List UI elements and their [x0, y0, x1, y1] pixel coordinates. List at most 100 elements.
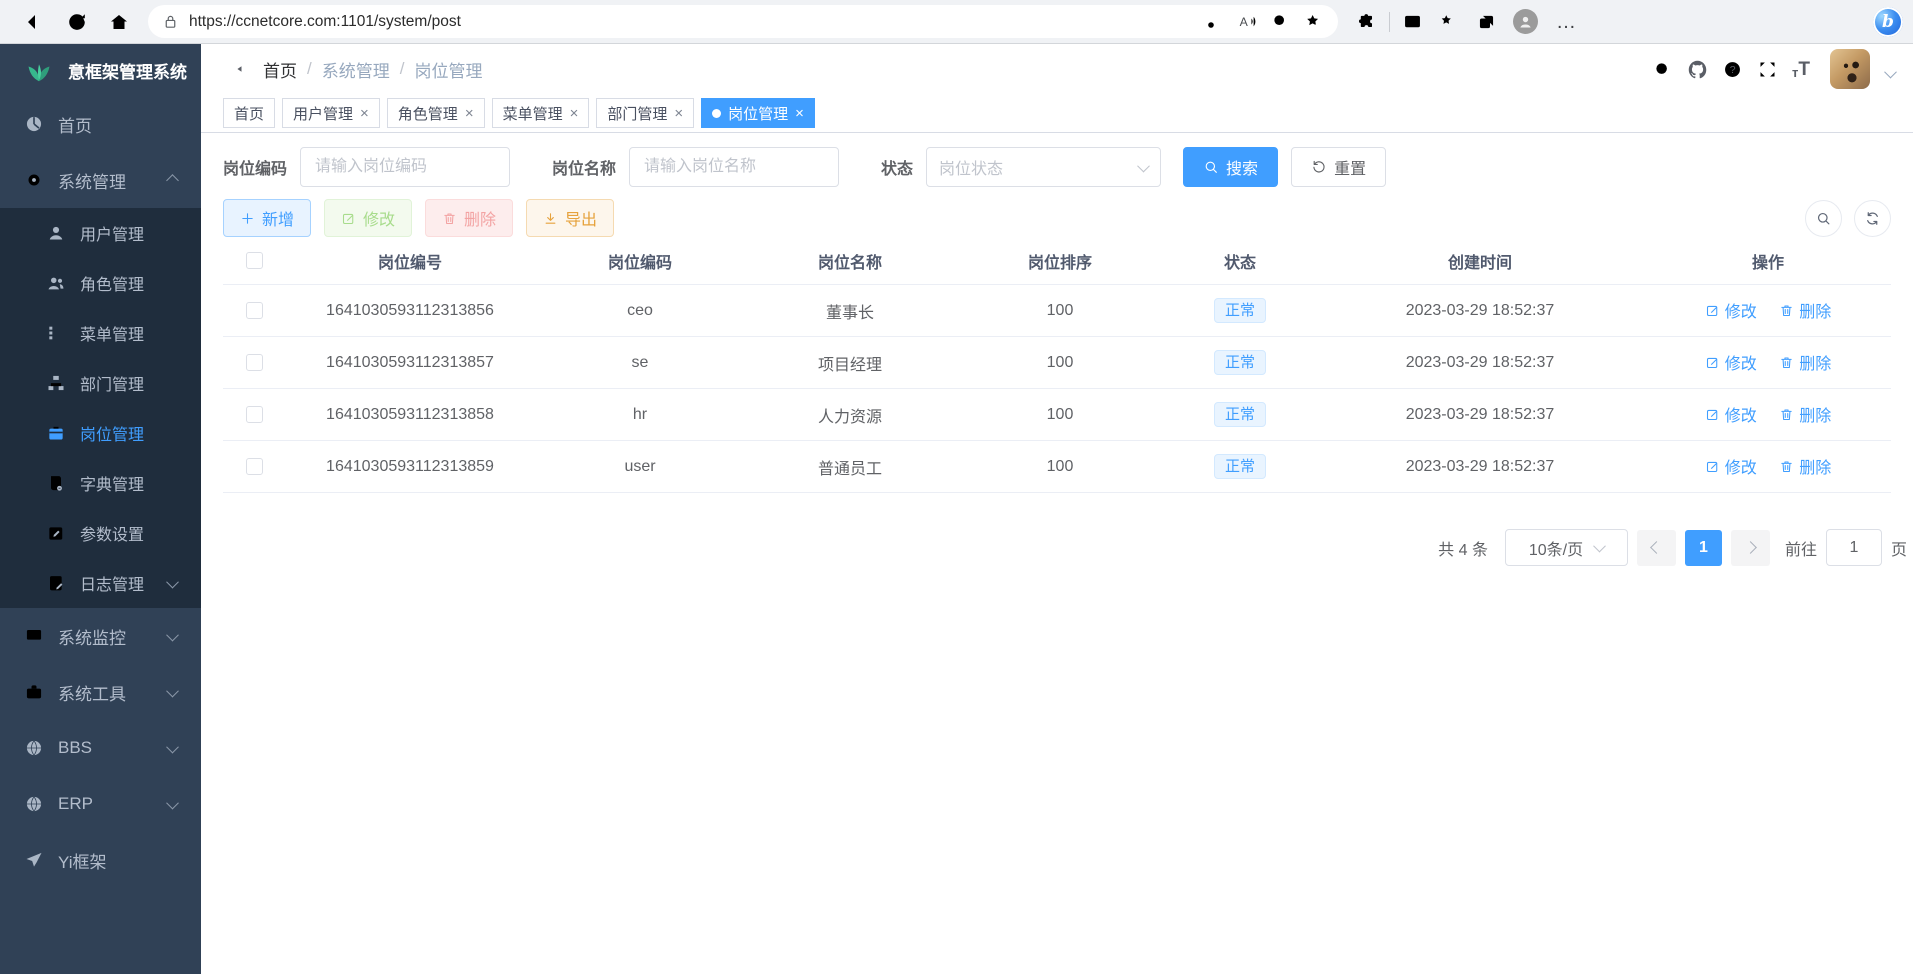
toggle-search-button[interactable] — [1805, 200, 1842, 237]
browser-menu-icon[interactable]: … — [1556, 17, 1577, 27]
browser-refresh-icon[interactable] — [65, 10, 89, 34]
chevron-down-icon — [166, 575, 179, 588]
row-delete-link[interactable]: 删除 — [1779, 402, 1831, 426]
sidebar-item-posts[interactable]: 岗位管理 — [0, 408, 201, 458]
svg-text:?: ? — [1730, 64, 1736, 76]
user-avatar[interactable] — [1830, 49, 1870, 89]
github-icon[interactable] — [1687, 59, 1708, 80]
favorites-bar-icon[interactable] — [1439, 11, 1460, 32]
split-screen-icon[interactable] — [1402, 11, 1423, 32]
sidebar-item-system[interactable]: 系统管理 — [0, 152, 201, 208]
prev-page-button[interactable] — [1637, 530, 1676, 566]
post-code-input[interactable] — [300, 147, 510, 187]
breadcrumb-home[interactable]: 首页 — [263, 57, 297, 82]
tab-department-management[interactable]: 部门管理 × — [596, 98, 694, 128]
sidebar-item-home[interactable]: 首页 — [0, 96, 201, 152]
sidebar-item-label: 系统工具 — [58, 680, 126, 705]
row-checkbox[interactable] — [246, 302, 263, 319]
tab-close-icon[interactable]: × — [570, 106, 579, 121]
add-button[interactable]: 新增 — [223, 199, 311, 237]
select-all-checkbox[interactable] — [246, 252, 263, 269]
browser-home-icon[interactable] — [107, 10, 131, 34]
sidebar-item-roles[interactable]: 角色管理 — [0, 258, 201, 308]
help-icon[interactable]: ? — [1722, 59, 1743, 80]
search-icon — [1815, 210, 1832, 227]
next-page-button[interactable] — [1731, 530, 1770, 566]
sidebar-item-tools[interactable]: 系统工具 — [0, 664, 201, 720]
app-title: 意框架管理系统 — [68, 58, 187, 83]
read-aloud-icon[interactable]: A — [1237, 11, 1258, 32]
sidebar-item-departments[interactable]: 部门管理 — [0, 358, 201, 408]
row-edit-link[interactable]: 修改 — [1705, 350, 1757, 374]
sidebar-item-menus[interactable]: 菜单管理 — [0, 308, 201, 358]
search-button[interactable]: 搜索 — [1183, 147, 1278, 187]
zoom-out-icon[interactable] — [1270, 11, 1291, 32]
row-delete-link[interactable]: 删除 — [1779, 350, 1831, 374]
tab-menu-management[interactable]: 菜单管理 × — [492, 98, 590, 128]
search-icon[interactable] — [1652, 59, 1673, 80]
row-checkbox[interactable] — [246, 406, 263, 423]
tab-close-icon[interactable]: × — [465, 106, 474, 121]
row-edit-link[interactable]: 修改 — [1705, 454, 1757, 478]
collections-icon[interactable] — [1476, 11, 1497, 32]
extensions-icon[interactable] — [1356, 11, 1377, 32]
browser-back-icon[interactable] — [23, 10, 47, 34]
chevron-down-icon — [1593, 540, 1606, 553]
sidebar-item-bbs[interactable]: BBS — [0, 720, 201, 776]
sidebar-item-logs[interactable]: 日志管理 — [0, 558, 201, 608]
cell-post-sort: 100 — [955, 337, 1165, 389]
logo-plant-icon — [22, 55, 56, 85]
tab-close-icon[interactable]: × — [795, 106, 804, 121]
tab-role-management[interactable]: 角色管理 × — [387, 98, 485, 128]
gear-icon — [24, 170, 44, 190]
sidebar-menu: 首页 系统管理 用户管理 角色管理 菜单管理 — [0, 96, 201, 888]
breadcrumb: 首页 / 系统管理 / 岗位管理 — [263, 57, 482, 82]
sidebar-item-monitoring[interactable]: 系统监控 — [0, 608, 201, 664]
export-button[interactable]: 导出 — [526, 199, 614, 237]
table-row: 1641030593112313857 se 项目经理 100 正常 2023-… — [223, 337, 1891, 389]
tab-close-icon[interactable]: × — [360, 106, 369, 121]
row-delete-link[interactable]: 删除 — [1779, 454, 1831, 478]
sidebar-item-erp[interactable]: ERP — [0, 776, 201, 832]
page-size-select[interactable]: 10条/页 — [1505, 529, 1628, 566]
row-checkbox[interactable] — [246, 458, 263, 475]
lock-icon[interactable] — [162, 13, 179, 30]
row-edit-link[interactable]: 修改 — [1705, 402, 1757, 426]
sidebar-item-parameters[interactable]: 参数设置 — [0, 508, 201, 558]
url-text[interactable]: https://ccnetcore.com:1101/system/post — [189, 13, 1200, 31]
sidebar-item-users[interactable]: 用户管理 — [0, 208, 201, 258]
tab-home[interactable]: 首页 — [223, 98, 275, 128]
sidebar-item-label: 首页 — [58, 112, 92, 137]
sidebar-item-label: 部门管理 — [80, 371, 144, 395]
tab-close-icon[interactable]: × — [674, 106, 683, 121]
browser-profile-icon[interactable] — [1513, 9, 1538, 34]
tab-post-management[interactable]: 岗位管理 × — [701, 98, 815, 128]
column-header-post-code: 岗位编码 — [535, 238, 745, 285]
edit-button[interactable]: 修改 — [324, 199, 412, 237]
goto-page-input[interactable] — [1826, 529, 1882, 566]
row-edit-link[interactable]: 修改 — [1705, 298, 1757, 322]
table-toolbar: 新增 修改 删除 导出 — [223, 199, 1891, 237]
avatar-caret-icon[interactable] — [1884, 65, 1897, 78]
sidebar-item-dictionary[interactable]: 字典管理 — [0, 458, 201, 508]
refresh-table-button[interactable] — [1854, 200, 1891, 237]
post-name-input[interactable] — [629, 147, 839, 187]
table-body: 1641030593112313856 ceo 董事长 100 正常 2023-… — [223, 285, 1891, 493]
copilot-icon[interactable]: b — [1873, 7, 1903, 37]
fullscreen-icon[interactable] — [1757, 59, 1778, 80]
password-key-icon[interactable] — [1204, 11, 1225, 32]
row-checkbox[interactable] — [246, 354, 263, 371]
app-logo[interactable]: 意框架管理系统 — [0, 44, 201, 96]
add-favorite-icon[interactable] — [1303, 11, 1324, 32]
row-delete-link[interactable]: 删除 — [1779, 298, 1831, 322]
page-number-1[interactable]: 1 — [1685, 530, 1722, 566]
font-size-icon[interactable]: тT — [1792, 60, 1810, 79]
tab-user-management[interactable]: 用户管理 × — [282, 98, 380, 128]
delete-button[interactable]: 删除 — [425, 199, 513, 237]
browser-toolbar: https://ccnetcore.com:1101/system/post A… — [0, 0, 1913, 44]
address-bar[interactable]: https://ccnetcore.com:1101/system/post A — [148, 5, 1338, 38]
status-select[interactable]: 岗位状态 — [926, 147, 1161, 187]
sidebar-item-yi-framework[interactable]: Yi框架 — [0, 832, 201, 888]
collapse-sidebar-icon[interactable] — [221, 57, 245, 81]
reset-button[interactable]: 重置 — [1291, 147, 1386, 187]
